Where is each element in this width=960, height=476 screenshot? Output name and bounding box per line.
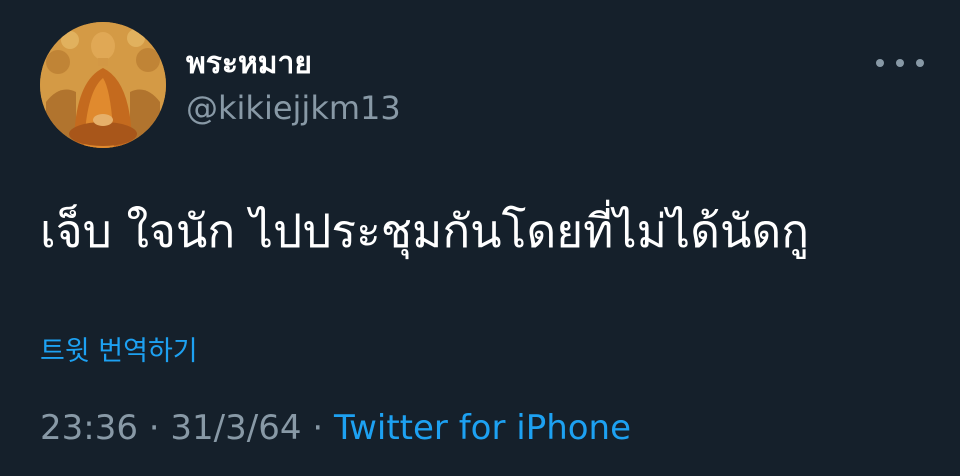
- tweet-text: เจ็บ ใจนัก ไปประชุมกันโดยที่ไม่ได้นัดกู: [40, 204, 810, 258]
- tweet-date[interactable]: 31/3/64: [170, 408, 301, 448]
- more-options-button[interactable]: [876, 48, 924, 78]
- more-horizontal-icon-dot: [916, 59, 924, 67]
- avatar[interactable]: [40, 22, 166, 148]
- user-handle[interactable]: @kikiejjkm13: [186, 86, 401, 130]
- tweet-time[interactable]: 23:36: [40, 408, 138, 448]
- translate-tweet-link[interactable]: 트윗 번역하기: [40, 332, 198, 372]
- tweet-source-link[interactable]: Twitter for iPhone: [334, 408, 631, 448]
- more-horizontal-icon-dot: [896, 59, 904, 67]
- display-name[interactable]: พระหมาย: [186, 44, 312, 84]
- tweet-metadata: 23:36 · 31/3/64 · Twitter for iPhone: [40, 404, 631, 452]
- meta-separator: ·: [312, 408, 324, 448]
- more-horizontal-icon: [876, 59, 884, 67]
- buddha-avatar-image: [40, 22, 166, 148]
- tweet-card: พระหมาย @kikiejjkm13 เจ็บ ใจนัก ไปประชุม…: [0, 0, 960, 476]
- meta-separator: ·: [148, 408, 160, 448]
